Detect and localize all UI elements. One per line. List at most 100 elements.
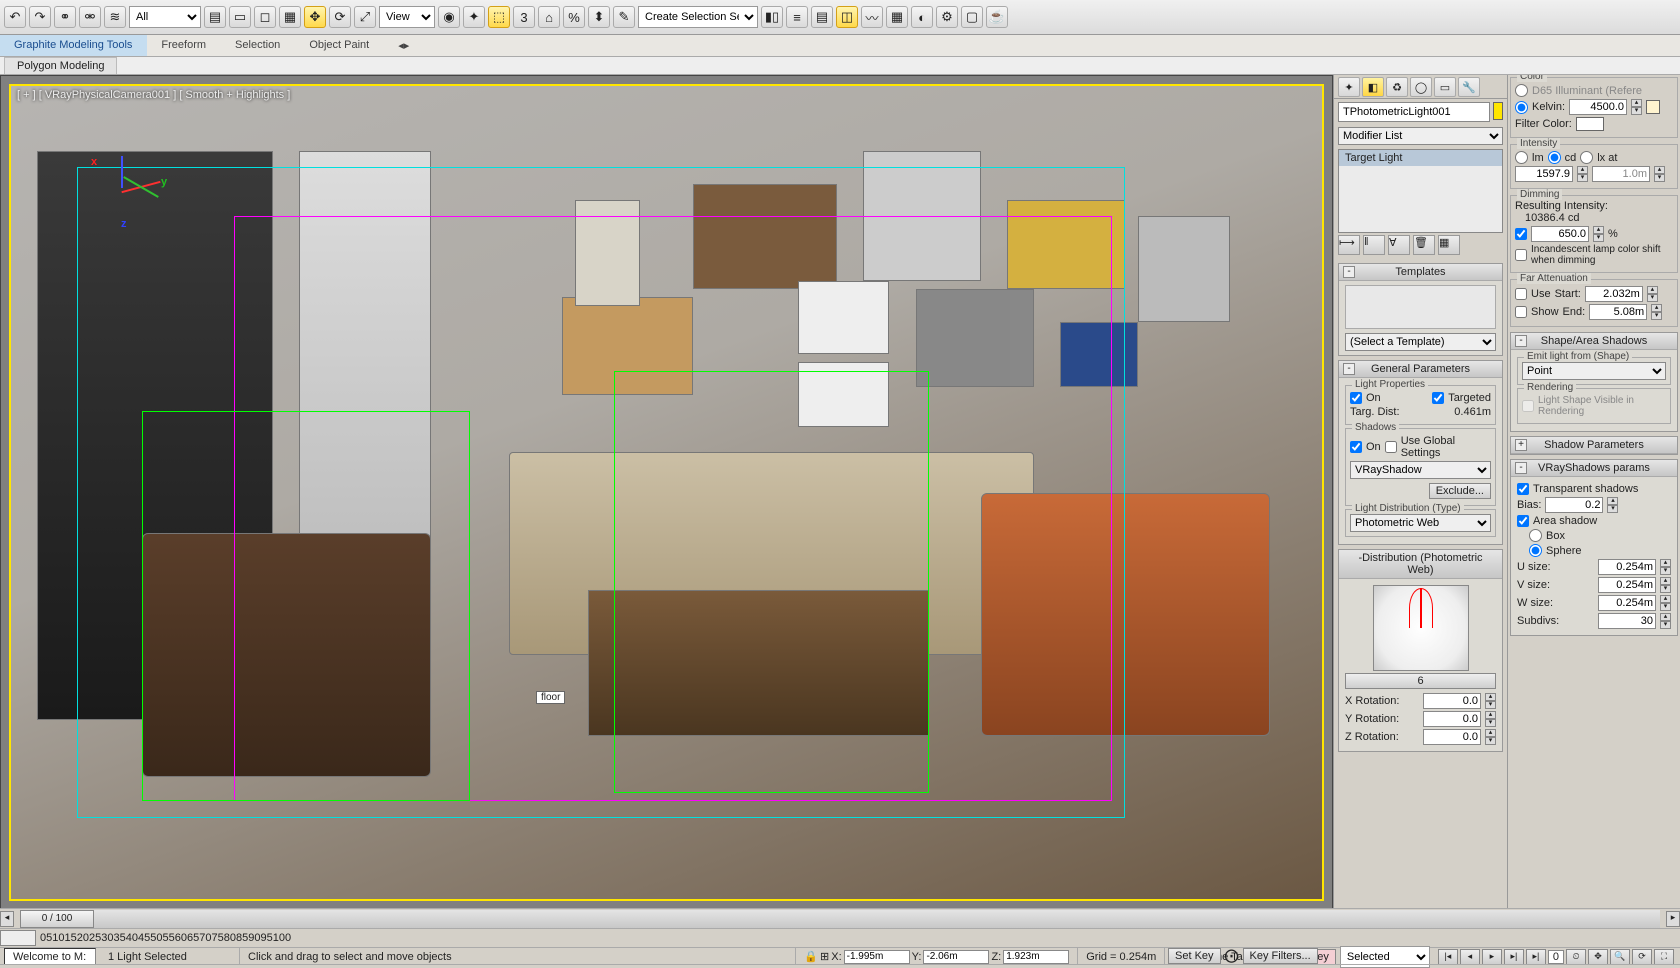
- lm-radio[interactable]: [1515, 151, 1528, 164]
- xrot-spinner[interactable]: ▴▾: [1485, 693, 1496, 709]
- named-sel-select[interactable]: Create Selection Se: [638, 6, 758, 28]
- ribbon-tab-graphite[interactable]: Graphite Modeling Tools: [0, 35, 147, 56]
- bias-input[interactable]: [1545, 497, 1603, 513]
- render-icon[interactable]: ☕: [986, 6, 1008, 28]
- remove-mod-icon[interactable]: 🗑: [1413, 235, 1435, 255]
- transp-checkbox[interactable]: [1517, 483, 1529, 495]
- percent-snap-icon[interactable]: %: [563, 6, 585, 28]
- subdivs-input[interactable]: [1598, 613, 1656, 629]
- move-icon[interactable]: ✥: [304, 6, 326, 28]
- yrot-input[interactable]: [1423, 711, 1481, 727]
- time-next-icon[interactable]: ▸: [1666, 911, 1680, 927]
- object-color-swatch[interactable]: [1493, 102, 1503, 120]
- redo-icon[interactable]: ↷: [29, 6, 51, 28]
- spinner-snap-icon[interactable]: ⬍: [588, 6, 610, 28]
- emit-shape-select[interactable]: Point: [1522, 362, 1666, 380]
- sphere-radio[interactable]: [1529, 544, 1542, 557]
- tab-hierarchy-icon[interactable]: ♻: [1386, 77, 1408, 97]
- kelvin-spinner[interactable]: ▴▾: [1631, 99, 1642, 115]
- shadow-on-checkbox[interactable]: [1350, 441, 1362, 453]
- category-select[interactable]: All: [129, 6, 201, 28]
- keyfilters-button[interactable]: Key Filters...: [1243, 948, 1318, 964]
- mirror-icon[interactable]: ▮▯: [761, 6, 783, 28]
- expand-icon[interactable]: +: [1515, 439, 1527, 451]
- prev-frame-icon[interactable]: ◂: [1460, 949, 1480, 965]
- key-big-icon[interactable]: ⨀: [1225, 947, 1239, 964]
- goto-end-icon[interactable]: ▸|: [1526, 949, 1546, 965]
- play-icon[interactable]: ▸: [1482, 949, 1502, 965]
- z-input[interactable]: [1003, 950, 1069, 964]
- exclude-button[interactable]: Exclude...: [1429, 483, 1491, 499]
- current-frame-input[interactable]: 0: [1548, 950, 1564, 964]
- setkey-button[interactable]: Set Key: [1168, 948, 1221, 964]
- zrot-spinner[interactable]: ▴▾: [1485, 729, 1496, 745]
- object-name-input[interactable]: [1338, 102, 1490, 122]
- y-input[interactable]: [923, 950, 989, 964]
- undo-icon[interactable]: ↶: [4, 6, 26, 28]
- rotate-icon[interactable]: ⟳: [329, 6, 351, 28]
- trackbar-toggle[interactable]: [0, 930, 36, 946]
- intensity-input[interactable]: [1515, 166, 1573, 182]
- nav-max-icon[interactable]: ⛶: [1654, 949, 1674, 965]
- rect-select-icon[interactable]: ◻: [254, 6, 276, 28]
- start-input[interactable]: [1585, 286, 1643, 302]
- use-global-checkbox[interactable]: [1385, 441, 1397, 453]
- angle-snap-icon[interactable]: 3: [513, 6, 535, 28]
- link-icon[interactable]: ⚭: [54, 6, 76, 28]
- manip-icon[interactable]: ✦: [463, 6, 485, 28]
- wsize-spinner[interactable]: ▴▾: [1660, 595, 1671, 611]
- vsize-input[interactable]: [1598, 577, 1656, 593]
- dim-input[interactable]: [1531, 226, 1589, 242]
- ribbon-tab-objectpaint[interactable]: Object Paint: [295, 35, 384, 56]
- snap-toggle-icon[interactable]: ⬚: [488, 6, 510, 28]
- yrot-spinner[interactable]: ▴▾: [1485, 711, 1496, 727]
- abs-rel-icon[interactable]: ⊞: [820, 950, 829, 963]
- configure-sets-icon[interactable]: ▦: [1438, 235, 1460, 255]
- incand-checkbox[interactable]: [1515, 249, 1527, 261]
- scale-icon[interactable]: ⤢: [354, 6, 376, 28]
- curve-editor-icon[interactable]: 〰: [861, 6, 883, 28]
- x-input[interactable]: [844, 950, 910, 964]
- pivot-icon[interactable]: ◉: [438, 6, 460, 28]
- tab-utilities-icon[interactable]: 🔧: [1458, 77, 1480, 97]
- show-end-icon[interactable]: ‖: [1363, 235, 1385, 255]
- viewport[interactable]: [ + ] [ VRayPhysicalCamera001 ] [ Smooth…: [0, 75, 1333, 910]
- kelvin-swatch[interactable]: [1646, 100, 1660, 114]
- align-icon[interactable]: ≡: [786, 6, 808, 28]
- viewport-label[interactable]: [ + ] [ VRayPhysicalCamera001 ] [ Smooth…: [17, 89, 290, 101]
- show-checkbox[interactable]: [1515, 306, 1527, 318]
- collapse-icon[interactable]: -: [1515, 462, 1527, 474]
- web-file-button[interactable]: 6: [1345, 673, 1496, 689]
- unlink-icon[interactable]: ⚮: [79, 6, 101, 28]
- filter-icon[interactable]: ▤: [204, 6, 226, 28]
- edit-named-icon[interactable]: ✎: [613, 6, 635, 28]
- ribbon-sub-polygon[interactable]: Polygon Modeling: [4, 57, 117, 74]
- lock-icon[interactable]: 🔒: [804, 950, 818, 963]
- dim-checkbox[interactable]: [1515, 228, 1527, 240]
- bind-icon[interactable]: ≋: [104, 6, 126, 28]
- next-frame-icon[interactable]: ▸|: [1504, 949, 1524, 965]
- lx-radio[interactable]: [1580, 151, 1593, 164]
- time-knob[interactable]: 0 / 100: [20, 910, 94, 928]
- collapse-icon[interactable]: -: [1343, 363, 1355, 375]
- make-unique-icon[interactable]: ∀: [1388, 235, 1410, 255]
- render-setup-icon[interactable]: ⚙: [936, 6, 958, 28]
- select-icon[interactable]: ▭: [229, 6, 251, 28]
- vsize-spinner[interactable]: ▴▾: [1660, 577, 1671, 593]
- tab-display-icon[interactable]: ▭: [1434, 77, 1456, 97]
- collapse-icon[interactable]: -: [1515, 335, 1527, 347]
- light-on-checkbox[interactable]: [1350, 392, 1362, 404]
- toggle-ribbon-icon[interactable]: ◫: [836, 6, 858, 28]
- time-config-icon[interactable]: ⏲: [1566, 949, 1586, 965]
- intensity-dist-input[interactable]: [1592, 166, 1650, 182]
- end-spinner[interactable]: ▴▾: [1651, 304, 1662, 320]
- render-frame-icon[interactable]: ▢: [961, 6, 983, 28]
- d65-radio[interactable]: [1515, 84, 1528, 97]
- transform-gizmo[interactable]: x y z: [91, 146, 181, 236]
- box-radio[interactable]: [1529, 529, 1542, 542]
- time-slider[interactable]: 0 / 100: [20, 910, 1660, 928]
- start-spinner[interactable]: ▴▾: [1647, 286, 1658, 302]
- pin-stack-icon[interactable]: ⟼: [1338, 235, 1360, 255]
- usize-spinner[interactable]: ▴▾: [1660, 559, 1671, 575]
- modifier-list-select[interactable]: Modifier List: [1338, 127, 1503, 145]
